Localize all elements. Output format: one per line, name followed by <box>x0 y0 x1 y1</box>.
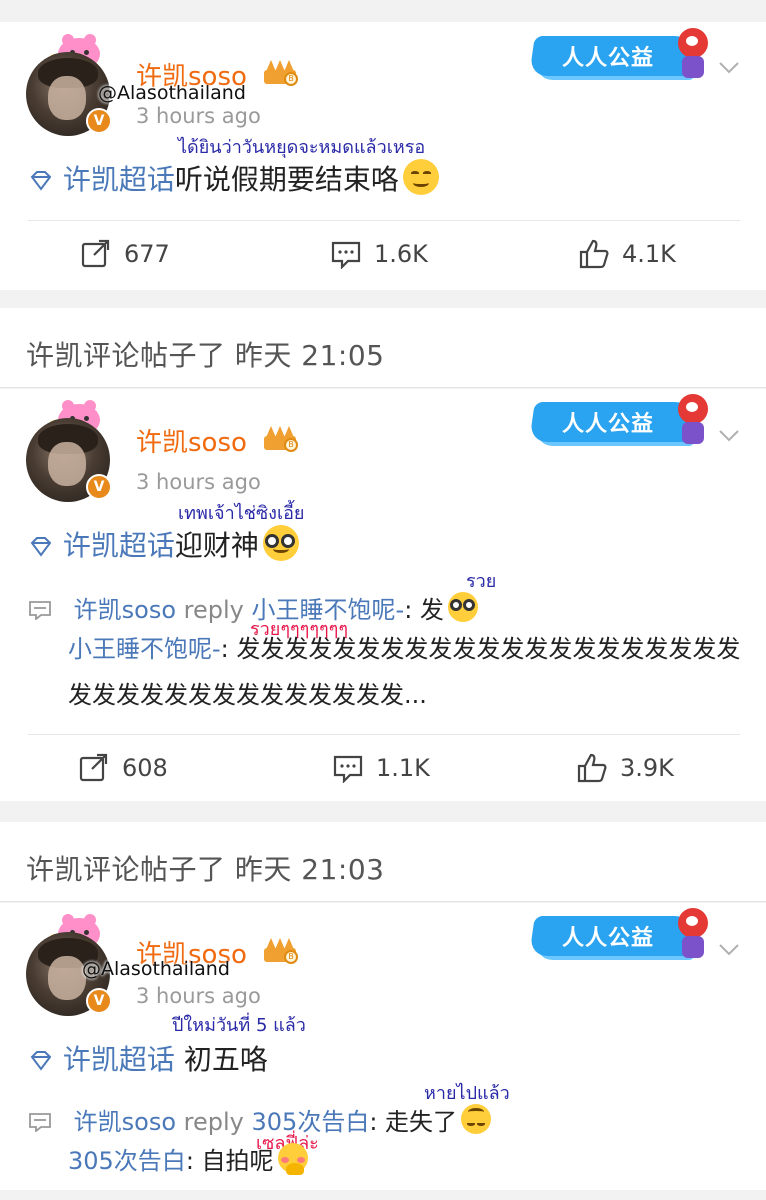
reply-content: : 走失了 <box>369 1108 458 1136</box>
diamond-topic-icon <box>30 537 52 557</box>
comment-button[interactable]: 1.1K <box>332 736 430 800</box>
watermark: @Alasothailand <box>98 82 246 104</box>
repost-count: 608 <box>122 754 168 782</box>
charity-badge[interactable]: 人人公益 <box>529 26 712 84</box>
repost-count: 677 <box>124 240 170 268</box>
chevron-down-icon[interactable] <box>716 422 742 448</box>
translation-caption: ปีใหม่วันที่ 5 แล้ว <box>172 1015 306 1036</box>
timestamp: 3 hours ago <box>136 470 261 494</box>
reply-author[interactable]: 许凯soso <box>74 596 176 624</box>
username[interactable]: 许凯soso <box>136 422 247 459</box>
shy-emoji <box>277 1143 308 1175</box>
nerd-emoji <box>447 592 478 622</box>
chevron-down-icon[interactable] <box>716 54 742 80</box>
post-body: 初五咯 <box>174 1043 268 1076</box>
divider <box>28 220 740 221</box>
translation-caption: ได้ยินว่าวันหยุดจะหมดแล้วเหรอ <box>178 137 426 158</box>
timestamp: 3 hours ago <box>136 984 261 1008</box>
mascot-icon <box>676 26 710 80</box>
post-text: 许凯超话 初五咯 <box>28 1038 268 1078</box>
diamond-topic-icon <box>30 1051 52 1071</box>
mascot-icon <box>676 392 710 446</box>
topic-link[interactable]: 许凯超话 <box>63 1043 175 1076</box>
quoted-content: : 自拍呢 <box>185 1147 274 1175</box>
upside-down-emoji <box>461 1104 492 1134</box>
like-icon <box>579 239 609 269</box>
repost-icon <box>79 753 108 782</box>
post-body: 听说假期要结束咯 <box>174 163 399 196</box>
badge-label: 人人公益 <box>562 46 655 71</box>
post-body: 迎财神 <box>174 529 259 562</box>
verified-badge-icon: V <box>86 108 112 134</box>
watermark: @Alasothailand <box>82 958 230 980</box>
like-button[interactable]: 4.1K <box>578 222 676 286</box>
action-bar: 608 1.1K 3.9K <box>0 736 766 800</box>
like-icon <box>577 753 607 783</box>
comment-icon <box>331 241 361 269</box>
translation-caption: เทพเจ้าไช่ซิงเอี้ย <box>178 503 305 524</box>
post-text: 许凯超话迎财神 <box>28 524 299 564</box>
chevron-down-icon[interactable] <box>716 936 742 962</box>
comment-count: 1.6K <box>374 240 428 268</box>
reply-content: : 发 <box>404 596 444 624</box>
reply-word: reply <box>183 1108 244 1136</box>
verified-badge-icon: V <box>86 988 112 1014</box>
timestamp: 3 hours ago <box>136 104 261 128</box>
divider <box>28 734 740 735</box>
comment-icon <box>333 755 363 783</box>
diamond-topic-icon <box>30 171 52 191</box>
smile-emoji <box>402 159 439 195</box>
verified-badge-icon: V <box>86 474 112 500</box>
section-header-text: 许凯评论帖子了 昨天 21:03 <box>26 853 385 886</box>
crown-badge-icon: B <box>262 424 298 452</box>
section-header: 许凯评论帖子了 昨天 21:05 <box>0 308 766 388</box>
topic-link[interactable]: 许凯超话 <box>63 529 175 562</box>
badge-label: 人人公益 <box>562 412 655 437</box>
topic-link[interactable]: 许凯超话 <box>63 163 175 196</box>
repost-button[interactable]: 677 <box>80 222 170 286</box>
charity-badge[interactable]: 人人公益 <box>529 906 712 964</box>
nerd-emoji <box>262 525 299 561</box>
like-count: 3.9K <box>620 754 674 782</box>
quoted-author[interactable]: 305次告白 <box>68 1147 186 1175</box>
comment-button[interactable]: 1.6K <box>330 222 428 286</box>
repost-button[interactable]: 608 <box>78 736 168 800</box>
like-count: 4.1K <box>622 240 676 268</box>
comment-icon <box>29 601 51 620</box>
comment-count: 1.1K <box>376 754 430 782</box>
reply-word: reply <box>183 596 244 624</box>
crown-badge-icon: B <box>262 58 298 86</box>
quoted-comment: 305次告白: 自拍呢 <box>68 1138 748 1184</box>
quoted-author[interactable]: 小王睡不饱呢- <box>68 635 221 663</box>
repost-icon <box>81 239 110 268</box>
section-header-text: 许凯评论帖子了 昨天 21:05 <box>26 339 385 372</box>
comment-icon <box>29 1113 51 1132</box>
reply-author[interactable]: 许凯soso <box>74 1108 176 1136</box>
avatar[interactable]: V <box>26 418 112 502</box>
action-bar: 677 1.6K 4.1K <box>0 222 766 286</box>
section-header: 许凯评论帖子了 昨天 21:03 <box>0 822 766 902</box>
post-text: 许凯超话听说假期要结束咯 <box>28 158 439 198</box>
badge-label: 人人公益 <box>562 926 655 951</box>
mascot-icon <box>676 906 710 960</box>
quoted-comment: 小王睡不饱呢-: 发发发发发发发发发发发发发发发发发发发发发发发发发发发发发发发… <box>68 626 748 718</box>
crown-badge-icon: B <box>262 936 298 964</box>
like-button[interactable]: 3.9K <box>576 736 674 800</box>
charity-badge[interactable]: 人人公益 <box>529 392 712 450</box>
